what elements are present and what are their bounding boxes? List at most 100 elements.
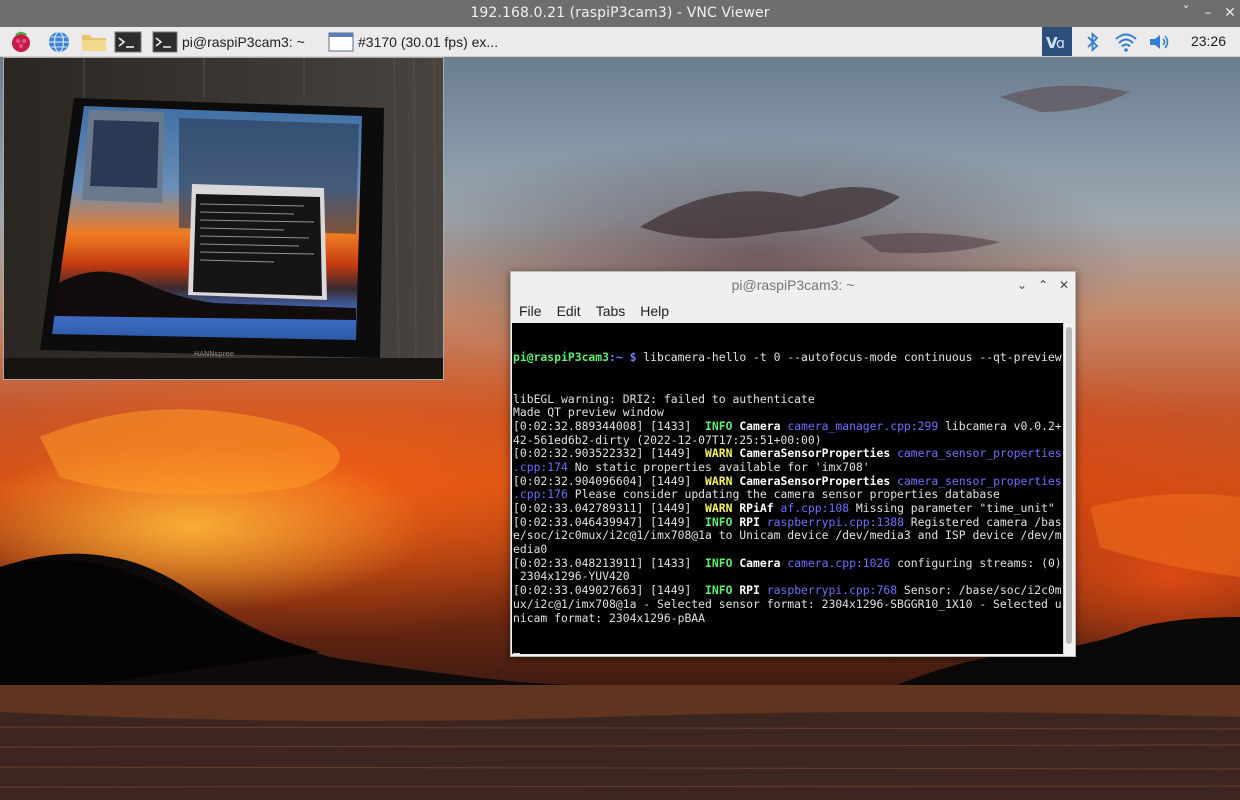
log-message: Missing parameter "time_unit"	[849, 501, 1055, 515]
log-source: .cpp:174	[513, 459, 568, 474]
file-manager-icon[interactable]	[80, 30, 106, 54]
terminal-line: [0:02:32.903522332] [1449] WARN CameraSe…	[513, 446, 1063, 461]
log-timestamp: [0:02:32.903522332] [1449]	[513, 446, 706, 461]
volume-icon[interactable]	[1146, 27, 1174, 57]
log-source: camera_sensor_properties	[897, 446, 1062, 461]
terminal-line: [0:02:32.889344008] [1433] INFO Camera c…	[513, 418, 1063, 434]
window-icon	[328, 31, 354, 53]
log-level: WARN	[705, 446, 733, 461]
log-category: CameraSensorProperties	[732, 446, 898, 461]
log-text: e/soc/i2c0mux/i2c@1/imx708@1a to Unicam …	[513, 528, 1062, 543]
menu-file[interactable]: File	[519, 303, 542, 319]
log-source: raspberrypi.cpp:1388	[766, 514, 904, 529]
log-source: camera_manager.cpp:299	[787, 418, 939, 433]
terminal-line: [0:02:33.042789311] [1449] WARN RPiAf af…	[513, 501, 1063, 516]
terminal-line: 2304x1296-YUV420	[513, 570, 1063, 584]
log-source: af.cpp:108	[780, 501, 850, 515]
log-text: nicam format: 2304x1296-pBAA	[513, 610, 706, 625]
log-category: RPI	[732, 514, 767, 529]
terminal-menubar: File Edit Tabs Help	[511, 299, 1075, 323]
log-level: INFO	[705, 555, 733, 570]
bluetooth-icon[interactable]	[1082, 27, 1104, 57]
menu-edit[interactable]: Edit	[557, 303, 581, 319]
camera-preview-image: HANNspree	[4, 58, 443, 379]
menu-help[interactable]: Help	[640, 303, 669, 319]
log-message: No static properties available for 'imx7…	[567, 459, 870, 474]
log-source: raspberrypi.cpp:768	[766, 583, 898, 598]
terminal-line: 42-561ed6b2-dirty (2022-12-07T17:25:51+0…	[513, 432, 1063, 448]
log-message: libcamera v0.0.2+	[938, 418, 1062, 433]
terminal-line: edia0	[513, 542, 1063, 557]
log-level: WARN	[705, 501, 733, 515]
log-source: .cpp:176	[513, 487, 568, 502]
raspberry-menu-icon[interactable]	[8, 30, 34, 54]
task-label: pi@raspiP3cam3: ~	[182, 34, 305, 50]
svg-text:ɑ: ɑ	[1056, 36, 1065, 52]
log-source: camera.cpp:1026	[787, 555, 891, 570]
terminal-line: libEGL warning: DRI2: failed to authenti…	[513, 391, 1063, 407]
prompt-user: pi@raspiP3cam3	[513, 350, 610, 365]
terminal-line: e/soc/i2c0mux/i2c@1/imx708@1a to Unicam …	[513, 529, 1063, 543]
log-lines: libEGL warning: DRI2: failed to authenti…	[513, 391, 1063, 626]
scrollbar-thumb[interactable]	[1066, 327, 1072, 644]
task-label: #3170 (30.01 fps) ex...	[358, 34, 499, 50]
terminal-maximize-icon[interactable]: ⌃	[1034, 276, 1052, 294]
terminal-line: nicam format: 2304x1296-pBAA	[513, 610, 1063, 626]
log-text: Made QT preview window	[513, 405, 664, 420]
task-terminal[interactable]: pi@raspiP3cam3: ~	[152, 29, 305, 55]
terminal-close-icon[interactable]: ✕	[1055, 276, 1073, 294]
task-preview-window[interactable]: #3170 (30.01 fps) ex...	[328, 29, 498, 55]
terminal-window[interactable]: pi@raspiP3cam3: ~ ⌄ ⌃ ✕ File Edit Tabs H…	[510, 271, 1076, 657]
command-text: libcamera-hello -t 0 --autofocus-mode co…	[636, 350, 1062, 365]
log-category: RPiAf	[732, 501, 781, 515]
terminal-prompt-line: pi@raspiP3cam3:~ $ libcamera-hello -t 0 …	[513, 351, 1063, 365]
terminal-output[interactable]: pi@raspiP3cam3:~ $ libcamera-hello -t 0 …	[512, 323, 1063, 654]
log-text: libEGL warning: DRI2: failed to authenti…	[513, 391, 815, 406]
log-text: 2304x1296-YUV420	[513, 569, 630, 584]
log-timestamp: [0:02:32.904096604] [1449]	[513, 473, 706, 488]
terminal-icon[interactable]	[114, 30, 142, 54]
prompt-path: :~ $	[609, 350, 637, 365]
collapse-icon[interactable]: ˇ	[1176, 3, 1196, 23]
log-message: Please consider updating the camera sens…	[567, 487, 1000, 502]
log-timestamp: [0:02:33.049027663] [1449]	[513, 583, 706, 598]
log-level: WARN	[705, 473, 733, 488]
monitor-brand-label: HANNspree	[194, 350, 234, 358]
log-source: camera_sensor_properties	[897, 473, 1062, 488]
log-text: edia0	[513, 542, 548, 557]
log-category: RPI	[732, 583, 767, 598]
log-timestamp: [0:02:33.042789311] [1449]	[513, 501, 706, 515]
browser-globe-icon[interactable]	[46, 30, 72, 54]
minimize-icon[interactable]: –	[1198, 3, 1218, 23]
log-message: configuring streams: (0)	[890, 555, 1062, 570]
menu-tabs[interactable]: Tabs	[596, 303, 626, 319]
vnc-titlebar[interactable]: 192.168.0.21 (raspiP3cam3) - VNC Viewer …	[0, 0, 1240, 27]
terminal-cursor	[513, 652, 520, 654]
terminal-line: [0:02:33.048213911] [1433] INFO Camera c…	[513, 555, 1063, 571]
log-text: 42-561ed6b2-dirty (2022-12-07T17:25:51+0…	[513, 432, 822, 447]
log-message: Sensor: /base/soc/i2c0m	[897, 583, 1062, 598]
terminal-line: .cpp:174 No static properties available …	[513, 459, 1063, 475]
log-timestamp: [0:02:32.889344008] [1433]	[513, 418, 706, 433]
log-level: INFO	[705, 418, 733, 433]
log-category: Camera	[732, 418, 788, 433]
log-timestamp: [0:02:33.046439947] [1449]	[513, 514, 706, 529]
taskbar: pi@raspiP3cam3: ~ #3170 (30.01 fps) ex..…	[0, 27, 1240, 57]
cursor-line	[513, 652, 1063, 654]
vnc-icon[interactable]: V ɑ	[1042, 27, 1072, 56]
terminal-collapse-icon[interactable]: ⌄	[1013, 276, 1031, 294]
camera-preview-window[interactable]: HANNspree	[3, 57, 444, 380]
log-level: INFO	[705, 583, 733, 598]
wifi-icon[interactable]	[1112, 27, 1140, 57]
log-message: Registered camera /bas	[903, 514, 1062, 529]
terminal-line: Made QT preview window	[513, 405, 1063, 420]
log-text: ux/i2c@1/imx708@1a - Selected sensor for…	[513, 596, 1062, 611]
terminal-line: .cpp:176 Please consider updating the ca…	[513, 487, 1063, 502]
terminal-line: ux/i2c@1/imx708@1a - Selected sensor for…	[513, 596, 1063, 612]
close-icon[interactable]: ✕	[1220, 3, 1240, 23]
terminal-line: [0:02:33.049027663] [1449] INFO RPI rasp…	[513, 583, 1063, 598]
log-category: CameraSensorProperties	[732, 473, 898, 488]
clock[interactable]: 23:26	[1191, 33, 1226, 49]
terminal-scrollbar[interactable]	[1063, 323, 1074, 654]
terminal-titlebar[interactable]: pi@raspiP3cam3: ~ ⌄ ⌃ ✕	[511, 272, 1075, 299]
